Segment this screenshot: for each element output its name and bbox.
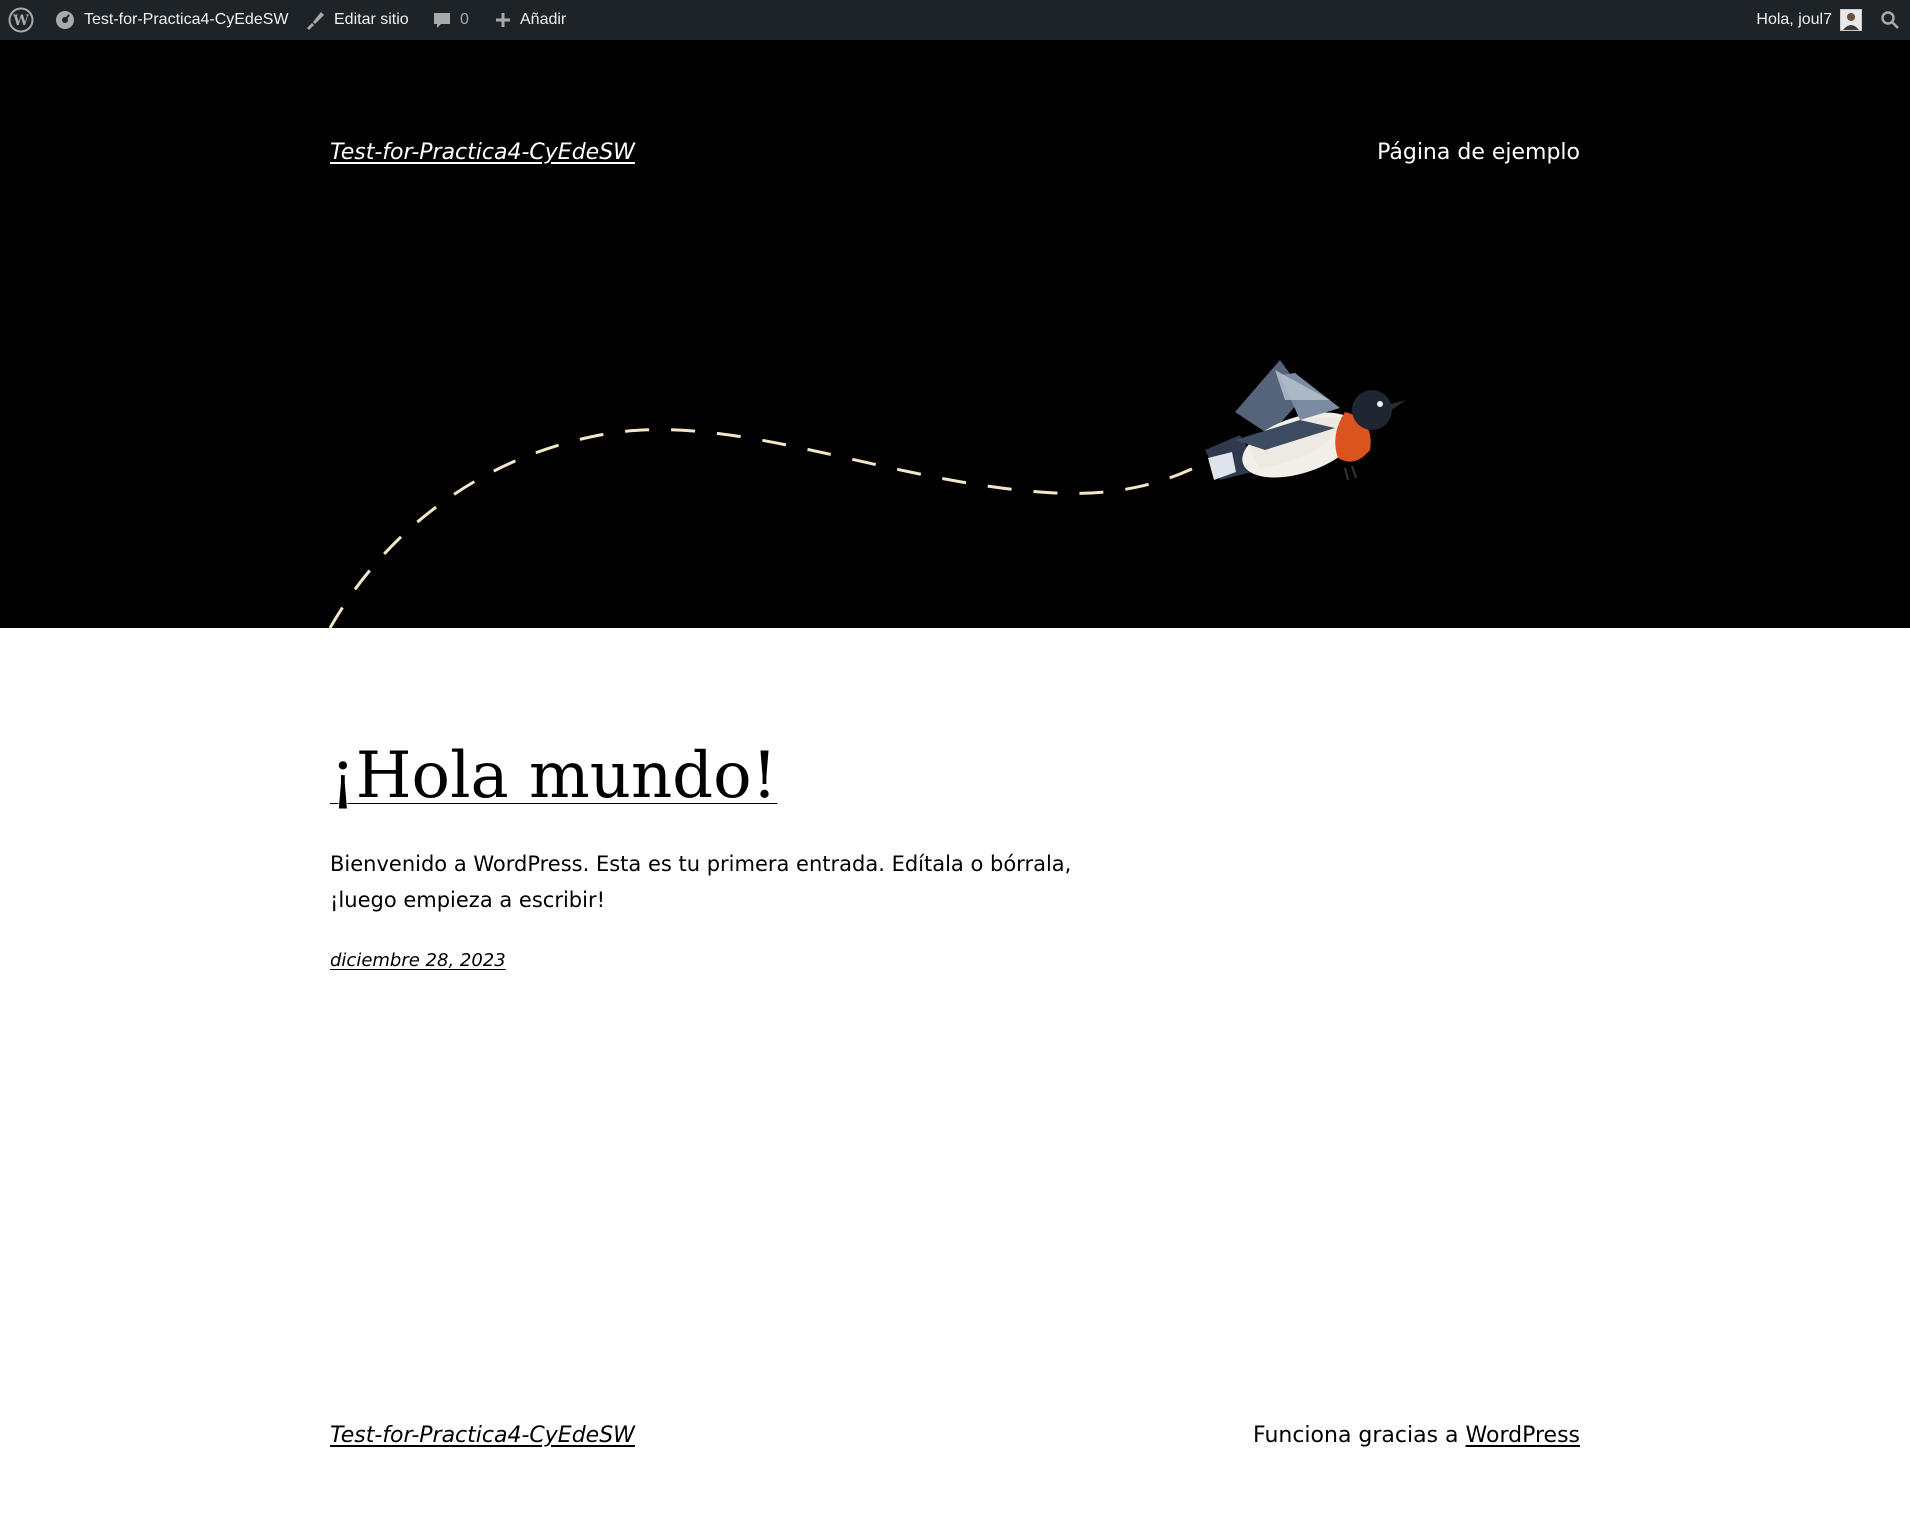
site-name-menu[interactable]: Test-for-Practica4-CyEdeSW: [54, 0, 289, 40]
edit-site-label: Editar sitio: [334, 11, 409, 28]
add-new-label: Añadir: [520, 11, 567, 28]
footer-credit: Funciona gracias a WordPress: [1253, 1423, 1580, 1448]
nav-item-sample-page[interactable]: Página de ejemplo: [1377, 140, 1580, 165]
site-title[interactable]: Test-for-Practica4-CyEdeSW: [330, 140, 635, 165]
search-icon: [1880, 10, 1900, 30]
plus-icon: [494, 11, 512, 29]
avatar: [1840, 9, 1862, 31]
greeting-label: Hola, joul7: [1756, 11, 1832, 28]
svg-text:W: W: [12, 13, 29, 29]
footer-site-title[interactable]: Test-for-Practica4-CyEdeSW: [330, 1423, 635, 1448]
post-excerpt: Bienvenido a WordPress. Esta es tu prime…: [330, 852, 1072, 912]
search-button[interactable]: [1880, 0, 1900, 40]
post-title[interactable]: ¡Hola mundo!: [330, 740, 777, 812]
wordpress-logo-button[interactable]: W: [8, 0, 34, 40]
post-date[interactable]: diciembre 28, 2023: [330, 950, 506, 971]
wordpress-logo-icon: W: [8, 7, 34, 33]
site-header: Test-for-Practica4-CyEdeSW Página de eje…: [0, 40, 1910, 628]
add-new-button[interactable]: Añadir: [494, 0, 566, 40]
my-account-menu[interactable]: Hola, joul7: [1756, 0, 1862, 40]
dashboard-icon: [54, 9, 76, 31]
bird-icon: [1205, 360, 1406, 481]
comment-bubble-icon: [432, 10, 452, 30]
dashed-flight-path: [328, 428, 1201, 628]
admin-bar: W Test-for-Practica4-CyEdeSW Editar siti…: [0, 0, 1910, 40]
edit-site-button[interactable]: Editar sitio: [304, 0, 409, 40]
wordpress-link[interactable]: WordPress: [1466, 1423, 1580, 1448]
comments-button[interactable]: 0: [432, 0, 469, 40]
footer-credit-text: Funciona gracias a: [1253, 1423, 1466, 1448]
comments-count: 0: [460, 11, 469, 28]
brush-icon: [304, 9, 326, 31]
site-name-label: Test-for-Practica4-CyEdeSW: [84, 11, 289, 28]
header-illustration: [328, 360, 1406, 628]
